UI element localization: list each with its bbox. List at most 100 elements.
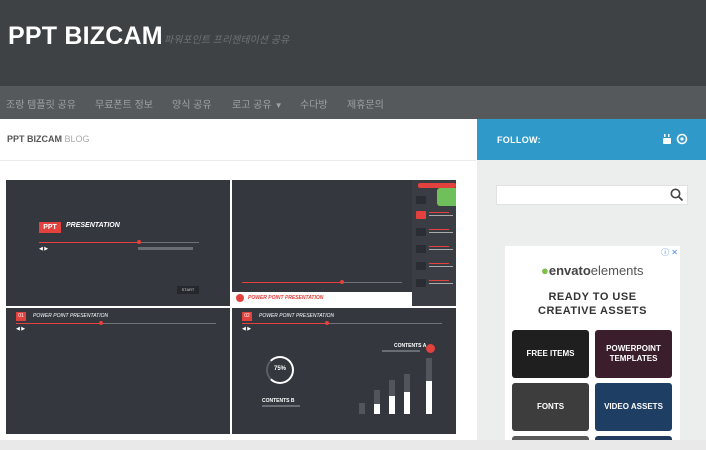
slide-title: PPT PRESENTATION ◀ ▶ START [6, 180, 230, 306]
row-line [429, 215, 453, 216]
chart-bar [359, 403, 365, 414]
envato-ad[interactable]: ⓘ ✕ ●envatoelements READY TO USE CREATIV… [505, 246, 680, 450]
chart-bar [374, 404, 380, 414]
accent-dot [426, 344, 435, 353]
slide-chart: 02 POWER POINT PRESENTATION ◀ ▶ 75% CONT… [232, 308, 456, 434]
nav-item-fonts[interactable]: 무료폰트 정보 [95, 96, 153, 111]
tile-fonts[interactable]: FONTS [512, 383, 589, 431]
slide-track-fill [242, 323, 327, 324]
row-line [429, 229, 449, 230]
nav-item-forms[interactable]: 양식 공유 [172, 96, 212, 111]
ad-headline-line: READY TO USE [548, 291, 637, 303]
slide-heading: PRESENTATION [66, 222, 120, 229]
nav-item-label: 양식 공유 [172, 100, 212, 111]
ppt-badge: PPT [39, 222, 61, 233]
footer-dot [236, 294, 244, 302]
site-tagline: 파워포인트 프리젠테이션 공유 [164, 35, 290, 46]
side-row [412, 261, 456, 271]
playback-controls: ◀ ▶ [39, 246, 49, 252]
row-line [429, 249, 453, 250]
search-box [496, 185, 688, 205]
leaf-icon: ● [541, 263, 549, 278]
nav-item-partnership[interactable]: 제휴문의 [347, 96, 384, 111]
rss-icon[interactable] [676, 133, 688, 148]
slide-footer-title: POWER POINT PRESENTATION [248, 295, 324, 301]
content-label: CONTENTS A [394, 343, 427, 349]
side-row [412, 210, 456, 220]
side-row [412, 195, 456, 205]
ad-headline-line: CREATIVE ASSETS [538, 305, 647, 317]
nav-item-chat[interactable]: 수다방 [300, 96, 328, 111]
site-header: PPT BIZCAM 파워포인트 프리젠테이션 공유 [0, 0, 706, 86]
breadcrumb-site[interactable]: PPT BIZCAM [7, 134, 62, 144]
playback-controls: ◀ ▶ [242, 326, 252, 332]
breadcrumb: PPT BIZCAM BLOG [7, 134, 90, 144]
side-row [412, 278, 456, 288]
ad-headline: READY TO USE CREATIVE ASSETS [505, 290, 680, 318]
slide-knob [137, 240, 141, 244]
slide-number-badge: 01 [16, 312, 26, 321]
start-button: START [177, 286, 199, 294]
nav-item-label: 수다방 [300, 100, 328, 111]
main-nav: 조랑 템플릿 공유 무료폰트 정보 양식 공유 로고 공유 ▼ 수다방 제휴문의 [0, 86, 706, 119]
slide-heading: POWER POINT PRESENTATION [259, 313, 335, 319]
side-row [412, 227, 456, 237]
row-icon [416, 211, 426, 219]
row-icon [416, 279, 426, 287]
ad-choices-icon[interactable]: ⓘ ✕ [661, 247, 678, 258]
content-caption [382, 350, 420, 352]
tile-video-assets[interactable]: VIDEO ASSETS [595, 383, 672, 431]
content-caption [262, 405, 300, 407]
slide-caption [138, 247, 193, 250]
row-icon [416, 228, 426, 236]
slide-track-fill [242, 282, 342, 283]
progress-ring-label: 75% [274, 366, 287, 372]
follow-bar: FOLLOW: [477, 119, 706, 160]
chart-bar [389, 396, 395, 414]
row-line [429, 212, 449, 213]
breadcrumb-section: BLOG [64, 134, 90, 144]
nav-item-label: 조랑 템플릿 공유 [6, 100, 76, 111]
nav-item-label: 로고 공유 [232, 100, 272, 111]
follow-label: FOLLOW: [497, 135, 541, 145]
row-line [429, 232, 453, 233]
slide-menu: POWER POINT PRESENTATION [232, 180, 456, 306]
envato-logo: ●envatoelements [541, 263, 644, 278]
search-input[interactable] [499, 187, 667, 203]
logo-text: envato [548, 263, 591, 278]
slide-knob [99, 321, 103, 325]
row-icon [416, 196, 426, 204]
nav-item-templates[interactable]: 조랑 템플릿 공유 [6, 96, 76, 111]
row-line [429, 246, 449, 247]
site-title[interactable]: PPT BIZCAM [8, 22, 163, 51]
slide-track-fill [39, 242, 139, 243]
side-row [412, 244, 456, 254]
post-preview-image[interactable]: PPT PRESENTATION ◀ ▶ START POWER POINT P… [6, 180, 456, 434]
slide-track-fill [16, 323, 101, 324]
tile-powerpoint-templates[interactable]: POWERPOINT TEMPLATES [595, 330, 672, 378]
slide-knob [340, 280, 344, 284]
row-line [429, 280, 449, 281]
playback-controls: ◀ ▶ [16, 326, 26, 332]
slide-heading: POWER POINT PRESENTATION [33, 313, 109, 319]
horizontal-scrollbar[interactable] [0, 440, 706, 450]
chart-bar [404, 392, 410, 414]
row-line [429, 283, 453, 284]
content-label: CONTENTS B [262, 398, 295, 404]
logo-suffix: elements [590, 263, 644, 278]
row-line [429, 266, 453, 267]
slide-blank: 01 POWER POINT PRESENTATION ◀ ▶ [6, 308, 230, 434]
chevron-down-icon: ▼ [274, 101, 283, 110]
tile-free-items[interactable]: FREE ITEMS [512, 330, 589, 378]
chart-bar [426, 381, 432, 414]
youtube-icon[interactable] [661, 133, 673, 148]
slide-knob [325, 321, 329, 325]
row-line [429, 263, 449, 264]
divider [0, 160, 476, 161]
row-icon [416, 245, 426, 253]
nav-item-logos[interactable]: 로고 공유 ▼ [232, 96, 283, 111]
nav-item-label: 무료폰트 정보 [95, 100, 153, 111]
search-icon[interactable] [669, 187, 685, 203]
slide-number-badge: 02 [242, 312, 252, 321]
row-icon [416, 262, 426, 270]
